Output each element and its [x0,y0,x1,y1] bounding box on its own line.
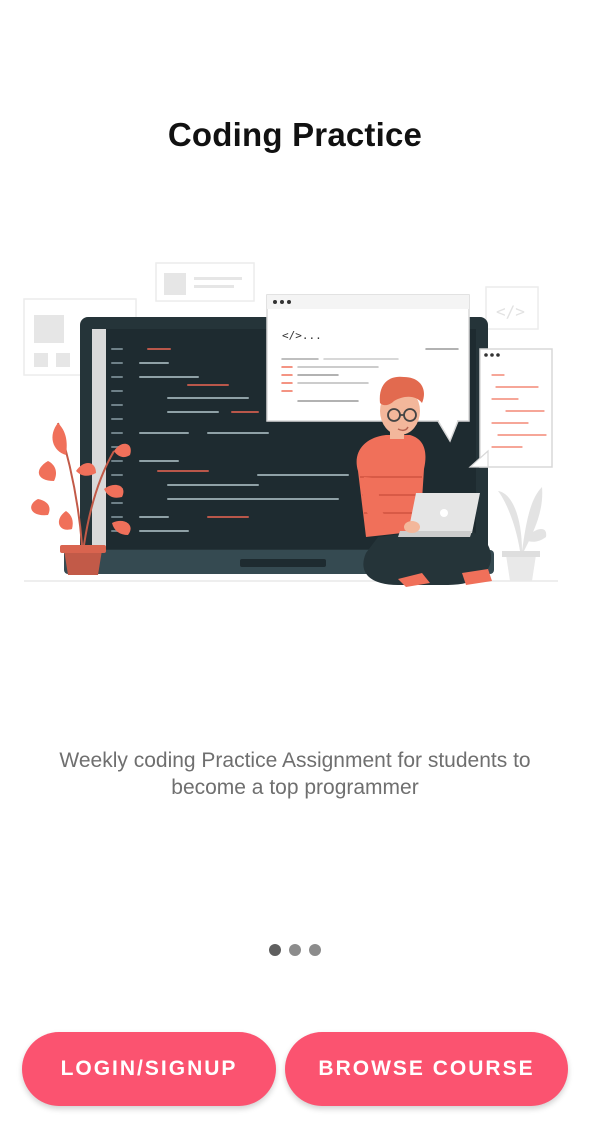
code-window: </>... [266,294,470,443]
small-plant-icon [498,487,547,581]
pagination-dots [0,944,590,956]
side-code-window [468,348,553,468]
pagination-dot-2[interactable] [289,944,301,956]
page-title: Coding Practice [167,116,423,153]
code-icon: </> [496,302,525,321]
pagination-dot-3[interactable] [309,944,321,956]
browse-course-button[interactable]: BROWSE COURSE [285,1032,568,1106]
coding-illustration: </> </>... [23,262,558,587]
onboarding-description: Weekly coding Practice Assignment for st… [59,749,531,799]
onboarding-screen: Coding Practice </> </>... Weekly coding… [0,0,590,1144]
login-signup-button[interactable]: LOGIN/SIGNUP [22,1032,276,1106]
pagination-dot-1[interactable] [269,944,281,956]
code-snippet-label: </>... [282,329,322,342]
